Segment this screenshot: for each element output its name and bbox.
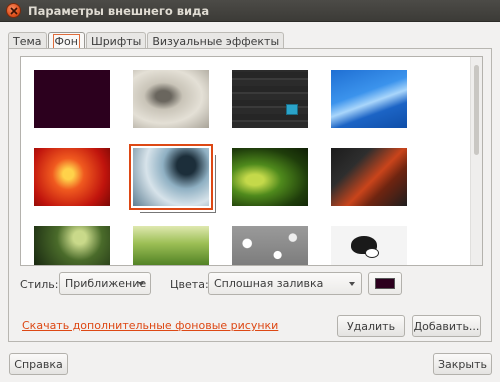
tab-visual-effects-label: Визуальные эффекты (152, 35, 280, 48)
wallpaper-thumb-red-feather[interactable] (331, 148, 407, 206)
tab-fonts-label: Шрифты (90, 35, 142, 48)
color-swatch (375, 278, 395, 289)
remove-button[interactable]: Удалить (337, 315, 405, 337)
wallpaper-thumb-blue-abstract[interactable] (331, 70, 407, 128)
wallpaper-thumb-red-berries[interactable] (34, 148, 110, 206)
tab-fonts[interactable]: Шрифты (85, 32, 147, 49)
tab-theme[interactable]: Тема (8, 32, 47, 49)
close-icon (10, 7, 18, 15)
close-button[interactable]: Закрыть (433, 353, 492, 375)
wallpaper-thumb-dark-wood-cube[interactable] (232, 70, 308, 128)
gallery-scroll-thumb[interactable] (474, 65, 479, 155)
titlebar: Параметры внешнего вида (0, 0, 500, 22)
chevron-down-icon (349, 282, 355, 286)
wallpaper-thumb-green-leaves[interactable] (232, 148, 308, 206)
download-more-backgrounds-link[interactable]: Скачать дополнительные фоновые рисунки (22, 319, 278, 332)
wallpaper-gallery (20, 56, 483, 266)
appearance-window: Параметры внешнего вида Тема Фон Шрифты … (0, 0, 500, 382)
wallpaper-thumb-water-droplets[interactable] (232, 226, 308, 265)
colors-combobox-value: Сплошная заливка (214, 277, 324, 290)
window-title: Параметры внешнего вида (28, 4, 210, 18)
wallpaper-thumb-snail[interactable] (133, 70, 209, 128)
wallpaper-thumb-fern-dark[interactable] (34, 226, 110, 265)
style-combobox[interactable]: Приближение (59, 272, 151, 295)
tab-visual-effects[interactable]: Визуальные эффекты (147, 32, 285, 49)
style-combobox-value: Приближение (65, 277, 147, 290)
color-picker-button[interactable] (368, 272, 402, 295)
wallpaper-thumb-solid-dark-purple[interactable] (34, 70, 110, 128)
chevron-down-icon (138, 282, 144, 286)
wallpaper-thumb-water-tap[interactable] (129, 144, 213, 210)
style-label: Стиль: (20, 278, 59, 291)
wallpaper-thumb-grass[interactable] (133, 226, 209, 265)
add-button[interactable]: Добавить... (412, 315, 481, 337)
tab-bar: Тема Фон Шрифты Визуальные эффекты (8, 32, 285, 49)
window-close-button[interactable] (6, 3, 21, 18)
tab-background[interactable]: Фон (47, 32, 85, 49)
colors-combobox[interactable]: Сплошная заливка (208, 272, 362, 295)
tab-theme-label: Тема (13, 35, 42, 48)
tab-background-label: Фон (52, 34, 80, 49)
wallpaper-thumb-dog[interactable] (331, 226, 407, 265)
gallery-scrollbar[interactable] (470, 57, 482, 265)
help-button[interactable]: Справка (9, 353, 68, 375)
colors-label: Цвета: (170, 278, 209, 291)
